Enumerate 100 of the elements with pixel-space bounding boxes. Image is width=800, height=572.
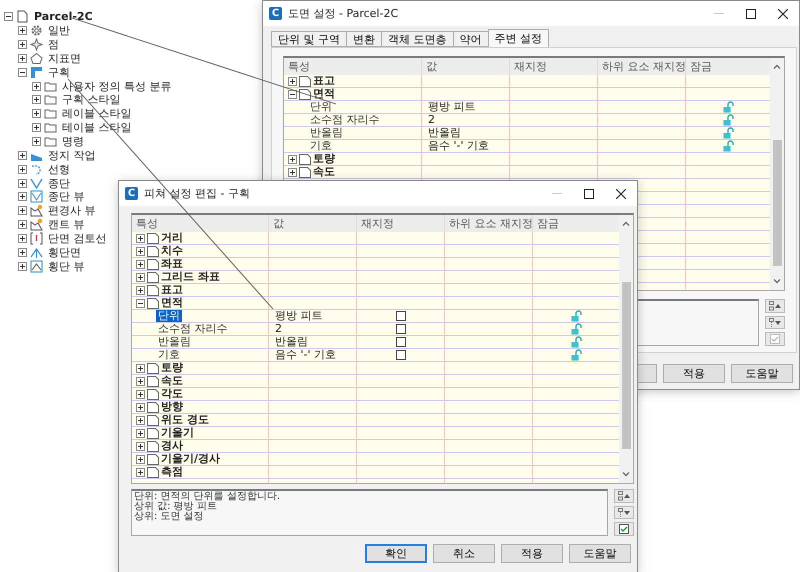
expand-icon[interactable]: [136, 428, 145, 438]
property-name[interactable]: 단위: [156, 310, 182, 322]
expand-icon[interactable]: [18, 248, 27, 257]
unlock-icon[interactable]: [571, 336, 582, 348]
expand-icon[interactable]: [32, 95, 41, 104]
scroll-up-icon[interactable]: [622, 221, 630, 226]
unlock-icon[interactable]: [723, 140, 734, 152]
expand-icon[interactable]: [136, 272, 145, 282]
unlock-icon[interactable]: [571, 323, 582, 335]
expand-icon[interactable]: [18, 40, 27, 50]
expand-icon[interactable]: [18, 150, 27, 160]
expand-icon[interactable]: [136, 286, 145, 294]
tab[interactable]: 주변 설정: [488, 29, 549, 47]
expand-icon[interactable]: [288, 154, 297, 164]
expand-icon[interactable]: [136, 234, 145, 242]
tree-item[interactable]: 횡단 뷰: [48, 260, 84, 273]
category-label[interactable]: 표고: [313, 75, 335, 87]
category-label[interactable]: 기울기/경사: [161, 453, 220, 465]
scroll-down-icon[interactable]: [622, 472, 630, 477]
category-label[interactable]: 면적: [313, 88, 335, 100]
tree-item[interactable]: 편경사 뷰: [48, 204, 96, 218]
tab[interactable]: 약어: [452, 31, 488, 47]
scrollbar[interactable]: [770, 58, 784, 290]
expand-icon[interactable]: [32, 109, 41, 118]
dialog-button[interactable]: 취소: [433, 544, 495, 563]
tree-item[interactable]: 정지 작업: [48, 148, 96, 162]
tree-item[interactable]: 일반: [48, 24, 70, 38]
expand-icon[interactable]: [288, 168, 297, 176]
category-label[interactable]: 경사: [161, 440, 183, 452]
category-label[interactable]: 치수: [161, 245, 183, 257]
expand-icon[interactable]: [32, 123, 41, 132]
tree-item[interactable]: 명령: [62, 135, 84, 148]
dialog-button[interactable]: 도움말: [569, 544, 631, 563]
checkbox[interactable]: [396, 337, 406, 347]
tree-item[interactable]: 점: [48, 38, 59, 52]
expand-icon[interactable]: [18, 164, 27, 174]
checkbox[interactable]: [396, 311, 406, 321]
sort-up-button[interactable]: [765, 299, 785, 313]
unlock-icon[interactable]: [571, 310, 582, 322]
expand-icon[interactable]: [136, 376, 145, 386]
dialog-button[interactable]: 확인: [365, 544, 427, 563]
expand-icon[interactable]: [288, 76, 297, 86]
tree-item[interactable]: 횡단면: [48, 246, 81, 259]
unlock-icon[interactable]: [723, 101, 734, 113]
expand-icon[interactable]: [136, 454, 145, 464]
category-label[interactable]: 토량: [161, 362, 183, 374]
expand-icon[interactable]: [18, 178, 27, 188]
expand-icon[interactable]: [32, 82, 41, 91]
property-name[interactable]: 기호: [156, 349, 182, 361]
tree-item[interactable]: 구획 스타일: [62, 93, 120, 106]
tree-item[interactable]: 종단: [48, 176, 70, 190]
tree-item[interactable]: 종단 뷰: [48, 190, 84, 204]
unlock-icon[interactable]: [571, 349, 582, 361]
property-name[interactable]: 반올림: [156, 336, 193, 348]
scroll-thumb[interactable]: [622, 282, 630, 449]
tree-item[interactable]: Parcel-2C: [34, 10, 93, 24]
expand-icon[interactable]: [136, 364, 145, 372]
category-label[interactable]: 위도 경도: [161, 414, 209, 426]
category-label[interactable]: 그리드 좌표: [161, 271, 220, 283]
scrollbar[interactable]: [619, 215, 633, 483]
tree-item[interactable]: 단면 검토선: [48, 232, 106, 245]
category-label[interactable]: 속도: [313, 166, 335, 178]
tab[interactable]: 객체 도면층: [381, 31, 454, 47]
category-label[interactable]: 속도: [161, 375, 183, 387]
sort-down-button[interactable]: [614, 506, 634, 520]
scroll-up-icon[interactable]: [773, 64, 781, 69]
dialog-button[interactable]: 적용: [501, 544, 563, 563]
expand-icon[interactable]: [136, 260, 145, 268]
expand-icon[interactable]: [18, 206, 27, 216]
collapse-icon[interactable]: [4, 12, 13, 22]
scroll-thumb[interactable]: [772, 140, 782, 266]
property-name[interactable]: 소수점 자리수: [156, 323, 230, 335]
expand-icon[interactable]: [136, 390, 145, 398]
category-label[interactable]: 좌표: [161, 258, 183, 270]
collapse-icon[interactable]: [18, 68, 27, 77]
tab[interactable]: 변환: [346, 31, 382, 47]
tree-item[interactable]: 지표면: [48, 52, 81, 65]
sort-up-button[interactable]: [614, 489, 634, 503]
category-label[interactable]: 토량: [313, 153, 335, 165]
expand-icon[interactable]: [18, 262, 27, 271]
expand-icon[interactable]: [18, 192, 27, 202]
expand-icon[interactable]: [18, 54, 27, 63]
dialog-button[interactable]: 적용: [663, 364, 725, 383]
category-label[interactable]: 거리: [161, 232, 183, 244]
property-name[interactable]: 단위: [308, 101, 334, 113]
expand-icon[interactable]: [136, 246, 145, 256]
sort-down-button[interactable]: [765, 316, 785, 330]
dialog-button[interactable]: 도움말: [731, 364, 793, 383]
expand-icon[interactable]: [136, 416, 145, 424]
tree-item[interactable]: 레이블 스타일: [62, 107, 132, 120]
description-toggle[interactable]: [614, 522, 634, 536]
expand-icon[interactable]: [136, 468, 145, 476]
unlock-icon[interactable]: [723, 127, 734, 139]
scroll-down-icon[interactable]: [773, 279, 781, 284]
unlock-icon[interactable]: [723, 114, 734, 126]
category-label[interactable]: 방향: [161, 401, 183, 413]
property-name[interactable]: 기호: [308, 140, 334, 152]
collapse-icon[interactable]: [288, 90, 297, 98]
category-label[interactable]: 기울기: [161, 427, 194, 439]
category-label[interactable]: 각도: [161, 388, 183, 400]
